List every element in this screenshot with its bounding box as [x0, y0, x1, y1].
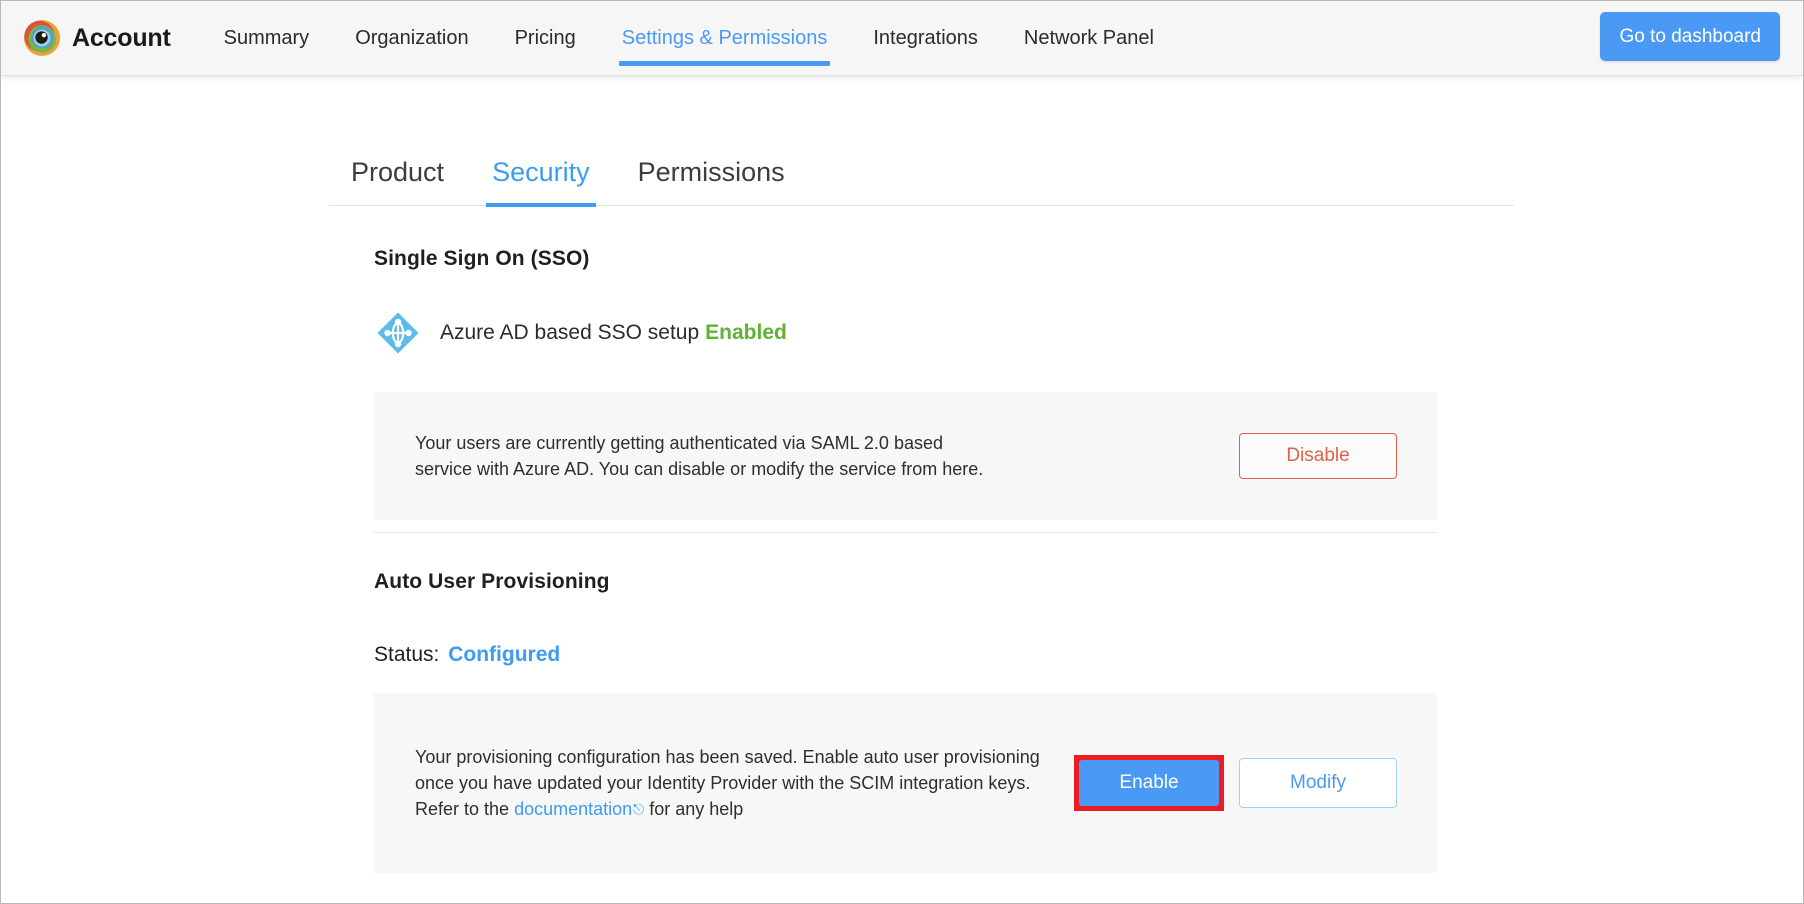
nav-item-summary[interactable]: Summary — [201, 1, 333, 75]
documentation-link[interactable]: documentation — [514, 799, 632, 819]
brand-name: Account — [72, 23, 171, 52]
nav-item-organization[interactable]: Organization — [332, 1, 491, 75]
sso-description-line-2: service with Azure AD. You can disable o… — [415, 459, 984, 479]
disable-sso-button[interactable]: Disable — [1239, 433, 1397, 479]
provisioning-status-label: Status: — [374, 643, 440, 666]
azure-ad-icon — [374, 309, 422, 357]
provisioning-section-title: Auto User Provisioning — [374, 570, 610, 593]
provisioning-button-group: Enable Modify — [1074, 755, 1397, 811]
brand[interactable]: Account — [23, 19, 171, 57]
nav-items: Summary Organization Pricing Settings & … — [201, 1, 1177, 75]
app-window: Account Summary Organization Pricing Set… — [0, 0, 1804, 904]
sso-section-title: Single Sign On (SSO) — [374, 247, 590, 270]
enable-provisioning-button[interactable]: Enable — [1079, 760, 1219, 806]
single-sign-on-section: Single Sign On (SSO) Azure AD based SSO … — [374, 247, 1437, 520]
tab-security[interactable]: Security — [468, 157, 614, 207]
eye-logo-icon — [23, 19, 61, 57]
provisioning-description-part-2: for any help — [644, 799, 744, 820]
tab-label: Security — [492, 157, 590, 187]
nav-item-label: Summary — [223, 26, 310, 49]
auto-user-provisioning-section: Auto User Provisioning Status: Configure… — [374, 570, 1437, 873]
tab-label: Permissions — [637, 157, 785, 187]
provisioning-description: Your provisioning configuration has been… — [415, 744, 1055, 822]
nav-item-integrations[interactable]: Integrations — [850, 1, 1001, 75]
settings-tab-bar: Product Security Permissions — [329, 128, 1514, 207]
provisioning-status-value: Configured — [448, 643, 561, 666]
nav-item-network-panel[interactable]: Network Panel — [1001, 1, 1177, 75]
provisioning-status-row: Status: Configured — [374, 643, 1437, 667]
sso-info-panel: Your users are currently getting authent… — [374, 392, 1437, 520]
go-to-dashboard-button[interactable]: Go to dashboard — [1600, 12, 1780, 61]
sso-setup-label: Azure AD based SSO setup — [440, 321, 700, 344]
nav-item-settings-permissions[interactable]: Settings & Permissions — [599, 1, 851, 75]
sso-status-badge: Enabled — [705, 321, 787, 344]
nav-item-label: Organization — [355, 26, 469, 49]
tab-label: Product — [351, 157, 445, 187]
sso-description: Your users are currently getting authent… — [415, 430, 983, 482]
enable-button-highlight: Enable — [1074, 755, 1224, 811]
content-area: Product Security Permissions Single Sign… — [1, 75, 1803, 903]
tab-product[interactable]: Product — [329, 157, 468, 205]
provisioning-info-panel: Your provisioning configuration has been… — [374, 693, 1437, 873]
nav-item-label: Integrations — [873, 26, 978, 49]
nav-item-pricing[interactable]: Pricing — [492, 1, 599, 75]
nav-item-label: Network Panel — [1023, 26, 1154, 49]
sso-description-line-1: Your users are currently getting authent… — [415, 432, 943, 453]
section-divider — [374, 532, 1437, 533]
tab-permissions[interactable]: Permissions — [614, 157, 809, 205]
top-navigation-bar: Account Summary Organization Pricing Set… — [1, 1, 1803, 76]
nav-item-label: Pricing — [514, 26, 576, 49]
sso-provider-row: Azure AD based SSO setup Enabled — [374, 309, 1437, 357]
modify-provisioning-button[interactable]: Modify — [1239, 758, 1397, 808]
external-link-icon[interactable]: ⎋ — [633, 801, 644, 817]
nav-item-label: Settings & Permissions — [621, 26, 828, 49]
